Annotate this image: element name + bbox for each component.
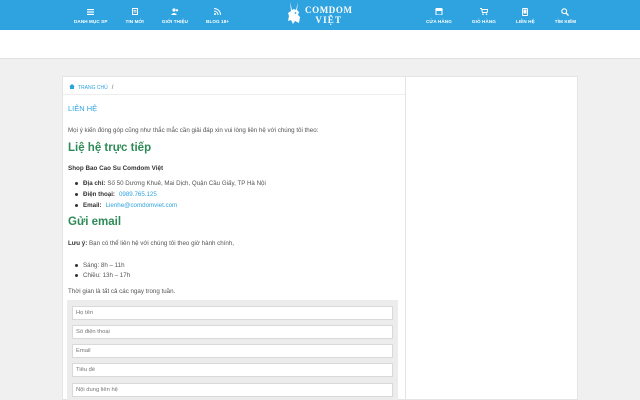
name-field[interactable]	[72, 306, 393, 320]
bullet	[75, 182, 78, 185]
nav-label: DANH MỤC SP	[74, 18, 108, 24]
shop-name: Shop Bao Cao Su Comdom Việt	[68, 165, 164, 172]
message-field[interactable]	[72, 383, 393, 397]
hours-afternoon: Chiều: 13h – 17h	[83, 272, 131, 279]
divider	[63, 94, 405, 95]
list-item-email: Email: Lienhe@comdomviet.com	[75, 202, 177, 209]
weekly-text: Thời gian là tất cả các ngay trong tuần.	[68, 288, 176, 295]
breadcrumb: TRANG CHỦ /	[69, 84, 113, 91]
search-icon	[560, 7, 570, 17]
nav-item-news[interactable]: TIN MỚI	[120, 0, 150, 30]
home-icon	[69, 84, 75, 91]
contact-form	[67, 300, 398, 400]
list-item-address: Địa chỉ: Số 50 Dương Khuê, Mai Dịch, Quậ…	[75, 180, 266, 187]
site-logo[interactable]: COMDOM VIỆT	[286, 1, 353, 29]
nav-item-store[interactable]: CỬA HÀNG	[420, 0, 458, 30]
breadcrumb-separator: /	[111, 84, 114, 91]
logo-text: COMDOM VIỆT	[305, 5, 353, 25]
rss-icon	[213, 7, 223, 17]
logo-line-2: VIỆT	[315, 15, 343, 25]
intro-text: Mọi ý kiến đóng góp cũng như thắc mắc cầ…	[68, 127, 319, 134]
nav-item-blog[interactable]: BLOG 18+	[200, 0, 235, 30]
bullet	[75, 193, 78, 196]
sidebar-panel	[406, 76, 578, 400]
nav-item-about[interactable]: GIỚI THIỆU	[156, 0, 194, 30]
cart-icon	[479, 7, 489, 17]
note-line: Lưu ý: Bạn có thể liên hệ với chúng tôi …	[68, 240, 234, 247]
nav-label: GIỎ HÀNG	[471, 18, 496, 24]
note-text: Bạn có thể liên hệ với chúng tôi theo gi…	[89, 240, 235, 247]
email-link[interactable]: Lienhe@comdomviet.com	[106, 202, 178, 209]
phone-link[interactable]: 0989.765.125	[119, 191, 157, 198]
phone-label: Điện thoại:	[83, 191, 115, 198]
nav-label: BLOG 18+	[206, 18, 230, 24]
top-navigation-bar: DANH MỤC SP TIN MỚI GIỚI THIỆU BLOG 18+	[0, 0, 640, 30]
page-title: LIÊN HỆ	[68, 104, 98, 113]
document-icon	[130, 7, 140, 17]
note-label: Lưu ý:	[68, 240, 88, 247]
heading-send-email: Gửi email	[68, 216, 122, 228]
subject-field[interactable]	[72, 363, 393, 377]
nav-label: TIN MỚI	[125, 18, 144, 24]
nav-item-categories[interactable]: DANH MỤC SP	[68, 0, 114, 30]
email-field[interactable]	[72, 344, 393, 358]
breadcrumb-home-link[interactable]: TRANG CHỦ	[78, 85, 108, 91]
nav-left-group: DANH MỤC SP TIN MỚI GIỚI THIỆU BLOG 18+	[68, 0, 241, 30]
list-item-afternoon: Chiều: 13h – 17h	[75, 272, 130, 279]
phone-field[interactable]	[72, 325, 393, 339]
nav-label: TÌM KIẾM	[554, 18, 577, 24]
users-icon	[170, 7, 180, 17]
menu-icon	[86, 7, 96, 17]
bunny-logo-icon	[286, 1, 302, 30]
store-icon	[434, 7, 444, 17]
nav-label: CỬA HÀNG	[426, 18, 452, 24]
bullet	[75, 264, 78, 267]
bullet	[75, 274, 78, 277]
nav-label: LIÊN HỆ	[515, 18, 535, 24]
hours-morning: Sáng: 8h – 11h	[83, 262, 125, 269]
nav-label: GIỚI THIỆU	[161, 18, 189, 24]
bullet	[75, 204, 78, 207]
secondary-bar	[0, 30, 640, 59]
email-label: Email:	[83, 202, 102, 209]
address-label: Địa chỉ:	[83, 180, 106, 187]
phone-icon	[520, 7, 530, 17]
nav-item-contact[interactable]: LIÊN HỆ	[510, 0, 541, 30]
nav-item-cart[interactable]: GIỎ HÀNG	[466, 0, 502, 30]
address-value: Số 50 Dương Khuê, Mai Dịch, Quận Cầu Giấ…	[107, 180, 266, 187]
nav-right-group: CỬA HÀNG GIỎ HÀNG LIÊN HỆ TÌM KIẾM	[420, 0, 590, 30]
list-item-morning: Sáng: 8h – 11h	[75, 262, 125, 269]
heading-direct-contact: Liệ hệ trực tiếp	[68, 142, 152, 154]
list-item-phone: Điện thoại: 0989.765.125	[75, 191, 157, 198]
nav-item-search[interactable]: TÌM KIẾM	[549, 0, 582, 30]
logo-line-1: COMDOM	[305, 5, 353, 15]
